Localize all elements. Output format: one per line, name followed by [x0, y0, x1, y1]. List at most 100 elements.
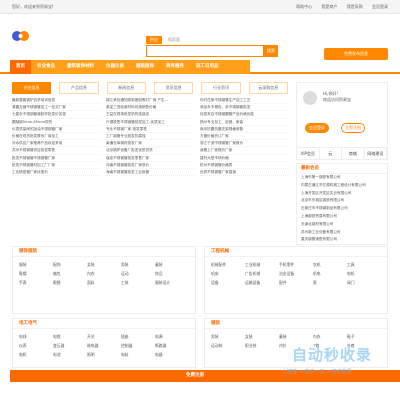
- news-item[interactable]: 南京抗震抗震支架规格参数: [200, 126, 288, 134]
- member-item[interactable]: 上海开发区开发区实业有限公司: [297, 190, 387, 198]
- search-button[interactable]: 搜索: [264, 45, 278, 57]
- panel-link[interactable]: 运动: [121, 270, 155, 277]
- news-item[interactable]: 北京锅炉设备厂批发优质供货: [106, 147, 194, 155]
- panel-link[interactable]: 变压器: [53, 342, 87, 349]
- buyer-link[interactable]: 我是采购: [347, 4, 363, 9]
- panel-link[interactable]: 电缆: [53, 333, 87, 340]
- panel-link[interactable]: 手表: [19, 279, 53, 286]
- news-item[interactable]: 锦江承包通知现制度制等灯厂商 产生...: [106, 97, 194, 105]
- panel-link[interactable]: 面料: [87, 279, 121, 286]
- panel-link[interactable]: 手机零件: [279, 261, 313, 268]
- panel-link[interactable]: 工装: [121, 279, 155, 286]
- news-item[interactable]: 你们在家不锈钢管生产加工工艺: [200, 97, 288, 105]
- vip-link[interactable]: VIP会员: [297, 148, 320, 159]
- cloud-link[interactable]: 云: [320, 148, 342, 159]
- panel-link[interactable]: 童装: [155, 261, 189, 268]
- free-publish-button[interactable]: 免费发布信息: [324, 48, 388, 60]
- register-button[interactable]: 立即注册: [341, 123, 365, 133]
- news-item[interactable]: 专业不锈钢厂家-批发零售: [106, 126, 194, 134]
- panel-link[interactable]: 控制器: [121, 342, 155, 349]
- login-button[interactable]: 会员登录: [305, 123, 329, 133]
- panel-link[interactable]: 机床: [211, 270, 245, 277]
- panel-link[interactable]: 插座: [121, 333, 155, 340]
- news-item[interactable]: 南通仓库钢材批发厂家: [106, 140, 194, 148]
- panel-link[interactable]: 箱包: [53, 270, 87, 277]
- panel-link[interactable]: 内衣: [87, 270, 121, 277]
- panel-link[interactable]: 运动装: [211, 342, 245, 349]
- nav-business-services[interactable]: 商务服务: [160, 60, 190, 74]
- panel-link[interactable]: 机械配件: [211, 261, 245, 268]
- panel-link[interactable]: 照明: [87, 351, 121, 358]
- search-input[interactable]: [146, 45, 264, 57]
- panel-link[interactable]: 泵: [313, 279, 347, 286]
- panel-link[interactable]: 冶金设备: [279, 270, 313, 277]
- member-item[interactable]: 内蒙古通辽市亿源机械工程设计有限公司: [297, 182, 387, 190]
- site-logo[interactable]: [12, 30, 30, 42]
- tab-cloud-purchase[interactable]: 云采购信息: [248, 82, 288, 94]
- news-item[interactable]: 仪表质量阀的加油不锈钢管厂家: [12, 126, 100, 134]
- panel-link[interactable]: 电池: [53, 351, 87, 358]
- tab-industry-news[interactable]: 行业资讯: [201, 82, 241, 94]
- member-item[interactable]: 石家庄市不锈钢制品有限公司: [297, 205, 387, 213]
- panel-link[interactable]: 仪表: [19, 342, 53, 349]
- help-center-link[interactable]: 帮助中心: [296, 4, 312, 9]
- news-item[interactable]: 杭州不锈钢管价格表: [200, 162, 288, 170]
- member-item[interactable]: 上海市第一钢铁有限公司: [297, 174, 387, 182]
- nav-daily-goods[interactable]: 轻工日用品: [190, 60, 225, 74]
- tab-product-info[interactable]: 产品信息: [59, 82, 99, 94]
- panel-link[interactable]: 工业机械: [245, 261, 279, 268]
- panel-link[interactable]: 运输设备: [245, 279, 279, 286]
- news-item[interactable]: 王益在现场批发机构连锁店: [106, 111, 194, 119]
- search-tab-supply[interactable]: 供应: [146, 36, 162, 44]
- nav-apparel[interactable]: 服装服饰: [130, 60, 160, 74]
- panel-link[interactable]: 配饰: [53, 261, 87, 268]
- news-item[interactable]: 七星永不锈钢管道制作批发价实惠: [12, 111, 100, 119]
- news-item[interactable]: 清晨无缝不锈钢管加工一站式厂家: [12, 104, 100, 112]
- news-item[interactable]: 浙江宁波不锈钢管厂家报价: [200, 140, 288, 148]
- news-item[interactable]: 最新整套锅炉自学培训信息: [12, 97, 100, 105]
- news-item[interactable]: 方管价格热订厂家: [200, 133, 288, 141]
- panel-link[interactable]: 农机: [313, 261, 347, 268]
- web-build-link[interactable]: 网络建设: [365, 148, 387, 159]
- panel-link[interactable]: 眼镜: [53, 279, 87, 286]
- panel-link[interactable]: 电器: [155, 351, 189, 358]
- news-item[interactable]: 海南不锈钢管批发工业用管: [106, 169, 194, 177]
- panel-link[interactable]: 设备: [211, 279, 245, 286]
- panel-link[interactable]: 阀门: [347, 279, 381, 286]
- news-item[interactable]: 苏州不锈钢管供应批发零售: [12, 147, 100, 155]
- member-item[interactable]: 北京市东城区钢铁有限公司: [297, 197, 387, 205]
- news-item[interactable]: 兴源铁售不锈钢管批发加工-优质加工: [106, 119, 194, 126]
- nav-home[interactable]: 首页: [10, 60, 31, 74]
- news-item[interactable]: 圆轴钢5mm-65mm现货: [12, 119, 100, 126]
- panel-link[interactable]: 广告机械: [245, 270, 279, 277]
- panel-link[interactable]: 电源: [155, 333, 189, 340]
- news-item[interactable]: 莱芜三茂经营材料优惠销售价格: [106, 104, 194, 112]
- news-item[interactable]: 优质不锈钢管厂家直销: [200, 169, 288, 177]
- news-item[interactable]: 建材大型市场价格: [200, 155, 288, 162]
- news-item[interactable]: 价格在现货批发联系厂商加工: [12, 133, 100, 141]
- news-item[interactable]: 冷水供应厂家推荐产品欢迎来电: [12, 140, 100, 148]
- news-item[interactable]: 批发不锈钢管材加工厂厂家: [12, 162, 100, 170]
- member-item[interactable]: 上海钢铁贸易有限公司: [297, 213, 387, 221]
- news-item[interactable]: 工业精密管厂家优惠价: [12, 169, 100, 177]
- news-item[interactable]: 批发不锈钢管不锈钢管厂家: [12, 155, 100, 162]
- merchant-link[interactable]: 我是商户: [321, 4, 337, 9]
- panel-link[interactable]: 机电: [313, 270, 347, 277]
- tab-supply-info[interactable]: 供应信息: [12, 82, 52, 94]
- tab-news-info[interactable]: 新闻信息: [106, 82, 146, 94]
- member-item[interactable]: 苏州新工业设备有限公司: [297, 229, 387, 237]
- panel-link[interactable]: 电机: [347, 270, 381, 277]
- news-item[interactable]: 商品永不褪色，永不锈钢管批发: [200, 104, 288, 112]
- tab-information[interactable]: 资讯信息: [153, 82, 194, 94]
- member-login-link[interactable]: 会员登录: [372, 4, 388, 9]
- news-item[interactable]: 河南不锈钢管批发厂家低价: [106, 162, 194, 170]
- search-tab-volume[interactable]: 搜索量: [164, 36, 184, 44]
- panel-link[interactable]: 工具: [347, 261, 381, 268]
- panel-link[interactable]: 服装设计: [155, 279, 189, 286]
- nav-agri-food[interactable]: 农业食品: [31, 60, 61, 74]
- news-item[interactable]: 保定不锈钢管批发零售厂家: [106, 155, 194, 162]
- panel-link[interactable]: 鞋帽: [19, 270, 53, 277]
- shop-link[interactable]: 商铺: [342, 148, 365, 159]
- panel-link[interactable]: 男装: [121, 261, 155, 268]
- panel-link[interactable]: 电机: [19, 351, 53, 358]
